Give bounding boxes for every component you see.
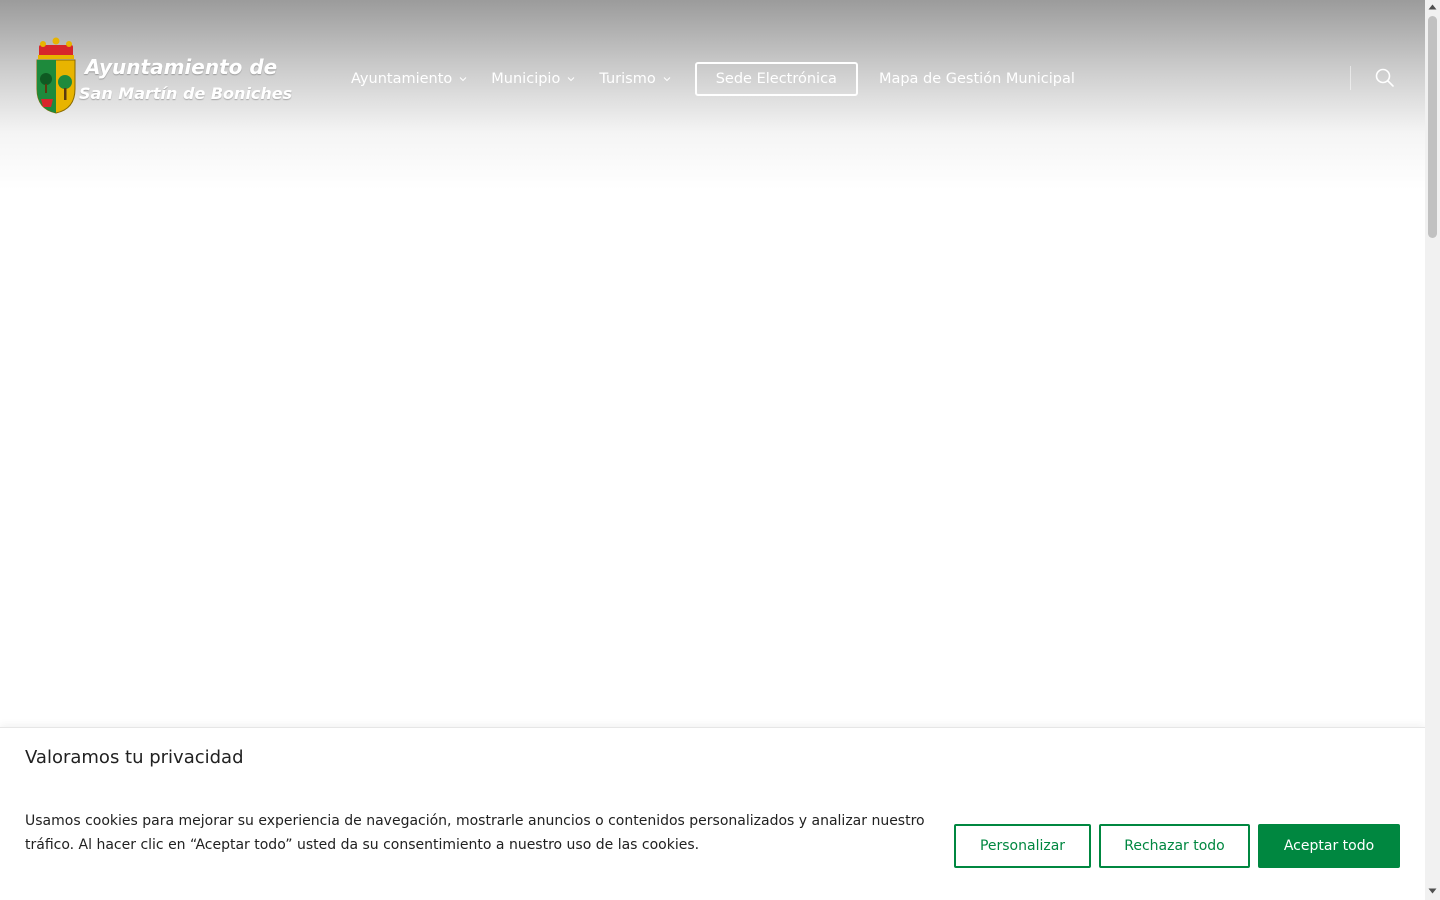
reject-all-cookies-button[interactable]: Rechazar todo [1099, 824, 1250, 868]
nav-item-municipio[interactable]: Municipio [491, 71, 575, 87]
coat-of-arms-icon [36, 37, 76, 114]
header-divider [1350, 66, 1351, 90]
accept-all-cookies-button[interactable]: Aceptar todo [1258, 824, 1400, 868]
nav-item-mapa-gestion[interactable]: Mapa de Gestión Municipal [879, 71, 1075, 87]
nav-item-turismo[interactable]: Turismo [599, 71, 671, 87]
scrollbar-thumb[interactable] [1428, 16, 1437, 238]
nav-item-label: Turismo [599, 71, 656, 87]
nav-item-ayuntamiento[interactable]: Ayuntamiento [351, 71, 467, 87]
page-scrollbar[interactable] [1425, 0, 1440, 900]
cookie-banner-text: Usamos cookies para mejorar su experienc… [25, 813, 925, 853]
nav-item-label: Municipio [491, 71, 561, 87]
scroll-up-arrow-icon[interactable] [1428, 3, 1437, 11]
site-logo-link[interactable]: Ayuntamiento de San Martín de Boniches [33, 37, 292, 117]
search-icon[interactable] [1374, 67, 1396, 89]
logo-title-line1: Ayuntamiento de [85, 55, 278, 79]
cookie-banner: Valoramos tu privacidad Usamos cookies p… [0, 727, 1425, 900]
main-nav: Ayuntamiento Municipio Turismo Sede Elec… [351, 62, 1075, 96]
scroll-down-arrow-icon[interactable] [1428, 887, 1437, 895]
nav-item-label: Ayuntamiento [351, 71, 453, 87]
chevron-down-icon [663, 77, 671, 82]
sede-electronica-button[interactable]: Sede Electrónica [694, 62, 858, 96]
logo-title-line2: San Martín de Boniches [79, 84, 293, 103]
chevron-down-icon [459, 77, 467, 82]
cookie-banner-title: Valoramos tu privacidad [25, 747, 244, 768]
customize-cookies-button[interactable]: Personalizar [954, 824, 1091, 868]
chevron-down-icon [567, 77, 575, 82]
page: Ayuntamiento de San Martín de Boniches A… [0, 0, 1425, 900]
site-header: Ayuntamiento de San Martín de Boniches A… [0, 0, 1425, 190]
